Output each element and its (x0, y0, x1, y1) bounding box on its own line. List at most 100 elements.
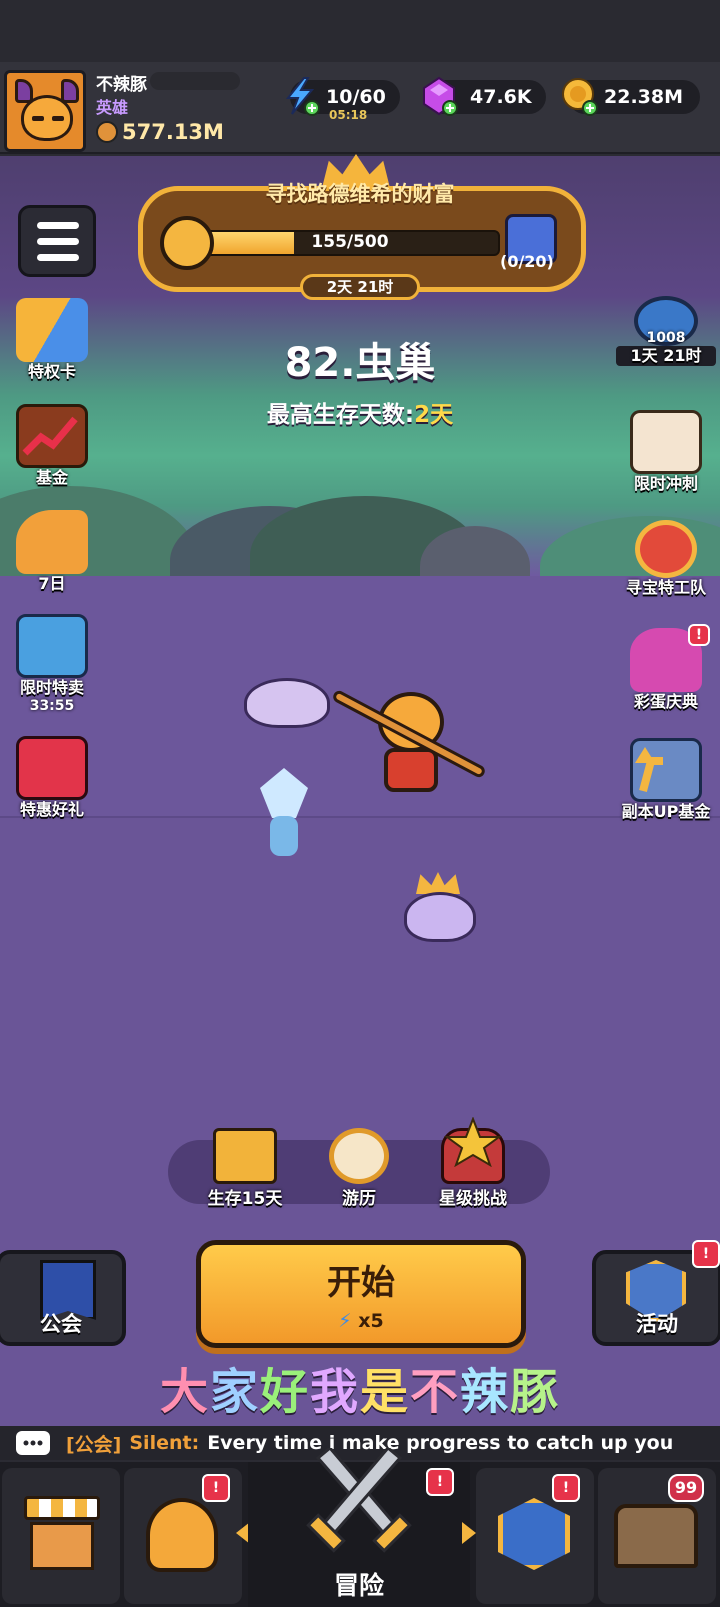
left-item-label: 限时特卖 (19, 678, 84, 697)
hero-monkey-king (331, 608, 487, 808)
quest-timer: 2天 21时 (300, 274, 420, 300)
player-power: 577.13M (96, 120, 224, 144)
player-power-value: 577.13M (122, 120, 224, 144)
right-item-treasure-team[interactable]: 寻宝特工队 (616, 520, 716, 598)
video-subtitle: 大家好我是不辣豚 (0, 1352, 720, 1422)
calendar-icon (630, 410, 702, 474)
mode-label: 星级挑战 (439, 1189, 507, 1209)
gem-icon (423, 76, 458, 116)
alert-badge: ! (426, 1468, 454, 1496)
shop-icon (30, 1522, 94, 1570)
purple-slime-enemy (244, 668, 330, 728)
alert-badge: ! (552, 1474, 580, 1502)
nav-adventure-label: 冒险 (333, 1571, 384, 1600)
power-icon (96, 121, 118, 143)
menu-icon-line (37, 222, 79, 229)
chat-sender: Silent: (129, 1432, 200, 1454)
avatar-face (21, 95, 73, 141)
alert-badge: ! (688, 624, 710, 646)
guild-button[interactable]: 公会 (0, 1250, 126, 1346)
nav-equipment[interactable]: ! (124, 1468, 242, 1604)
subtitle-char: 好 (259, 1364, 310, 1420)
mode-label: 游历 (342, 1189, 376, 1209)
stage-name: 82.虫巢 (284, 340, 436, 386)
compass-icon (329, 1128, 389, 1184)
left-item-fund[interactable]: 基金 (2, 404, 102, 488)
gift-box-icon (16, 736, 88, 800)
lightning-icon (285, 77, 320, 116)
avatar-eye (32, 116, 44, 121)
left-item-privilege-card[interactable]: 特权卡 (2, 298, 102, 382)
left-item-label: 特权卡 (27, 362, 76, 381)
player-avatar[interactable] (4, 70, 86, 152)
treasure-chest-icon (614, 1504, 698, 1568)
chest-count-badge: 99 (668, 1474, 704, 1502)
menu-icon-line (37, 238, 79, 245)
left-item-label: 特惠好礼 (19, 800, 84, 819)
star-trophy-icon (441, 1117, 505, 1184)
right-item-label: 寻宝特工队 (625, 578, 706, 597)
mode-travel[interactable]: 游历 (304, 1128, 414, 1209)
right-item-arena[interactable]: 1008 1天 21时 (616, 296, 716, 366)
right-item-label: 副本UP基金 (621, 802, 711, 821)
crossed-swords-icon (306, 1448, 412, 1553)
limited-sale-timer: 33:55 (29, 698, 75, 714)
mode-star-challenge[interactable]: 星级挑战 (418, 1117, 528, 1209)
events-label: 活动 (636, 1312, 678, 1336)
best-survival: 最高生存天数:2天 (0, 395, 720, 429)
avatar-eye (52, 116, 64, 121)
energy-timer: 05:18 (329, 108, 368, 122)
energy-value: 10/60 (326, 86, 386, 108)
nav-chest[interactable]: 99 (598, 1468, 716, 1604)
king-slime-enemy (404, 872, 476, 942)
gold-counter[interactable]: 22.38M (562, 78, 700, 116)
ice-crystal-pet (256, 768, 312, 878)
right-item-sprint[interactable]: 限时冲刺 (616, 410, 716, 494)
menu-button[interactable] (18, 205, 96, 277)
player-title: 英雄 (96, 98, 129, 117)
start-cost-value: x5 (358, 1310, 384, 1332)
guild-label: 公会 (40, 1312, 82, 1336)
left-item-label: 7日 (38, 574, 66, 593)
tower-up-arrow-icon (630, 738, 702, 802)
right-item-label: 限时冲刺 (633, 474, 698, 493)
gate-icon (213, 1128, 277, 1184)
subtitle-char: 大 (159, 1364, 210, 1420)
start-cost: ⚡ x5 (201, 1310, 521, 1332)
quest-medal-icon (160, 216, 214, 270)
quest-title: 寻找路德维希的财富 (265, 182, 455, 206)
subtitle-char: 不 (410, 1364, 461, 1420)
helmet-icon (146, 1498, 218, 1572)
subtitle-char: 家 (209, 1364, 260, 1420)
menu-icon-line (37, 254, 79, 261)
nav-upgrade[interactable]: ! (476, 1468, 594, 1604)
quest-reward-count: (0/20) (500, 252, 554, 271)
card-icon (16, 298, 88, 362)
gem-value: 47.6K (470, 86, 532, 108)
mode-survival[interactable]: 生存15天 (190, 1128, 300, 1209)
start-button[interactable]: 开始 ⚡ x5 (196, 1240, 526, 1348)
right-item-egg-festival[interactable]: ! 彩蛋庆典 (616, 624, 716, 712)
quest-progress-text: 155/500 (311, 232, 389, 252)
left-item-seven-day[interactable]: 7日 (2, 510, 102, 594)
subtitle-char: 豚 (510, 1364, 561, 1420)
nav-shop[interactable] (2, 1468, 120, 1604)
player-name-bar (150, 72, 240, 90)
nav-right-arrow-icon[interactable] (462, 1522, 476, 1544)
party-popper-icon (16, 510, 88, 574)
alert-badge: ! (692, 1240, 720, 1268)
subtitle-char: 我 (309, 1364, 360, 1420)
events-button[interactable]: ! 活动 (592, 1240, 720, 1346)
chat-bubble-icon (16, 1431, 50, 1455)
gem-counter[interactable]: 47.6K (423, 76, 546, 116)
best-survival-label: 最高生存天数: (266, 402, 415, 428)
left-item-label: 基金 (35, 468, 68, 487)
left-item-limited-sale[interactable]: 限时特卖 33:55 (2, 614, 102, 714)
arena-count: 1008 (646, 330, 686, 346)
top-strip (0, 0, 720, 62)
alert-badge: ! (202, 1474, 230, 1502)
sale-box-icon (16, 614, 88, 678)
shop-awning-icon (24, 1496, 100, 1520)
right-item-dungeon-fund[interactable]: 副本UP基金 (616, 738, 716, 822)
left-item-special-gift[interactable]: 特惠好礼 (2, 736, 102, 820)
